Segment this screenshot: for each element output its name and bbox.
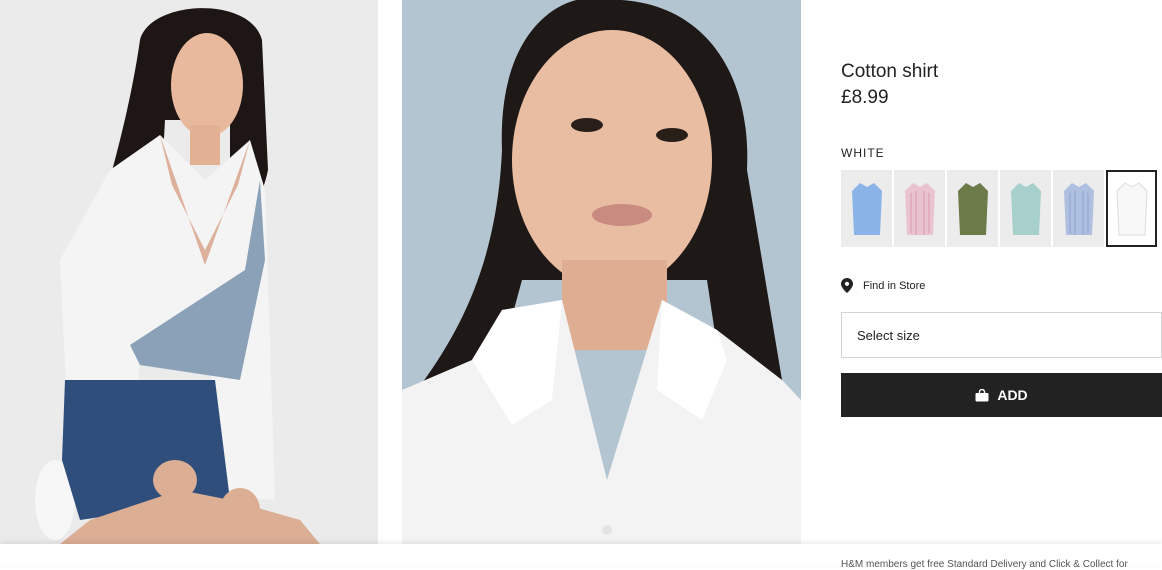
location-pin-icon <box>841 278 853 293</box>
product-info-panel: Cotton shirt £8.99 WHITE Find in Store S… <box>841 0 1162 565</box>
add-button-label: ADD <box>997 387 1028 403</box>
product-photo-closeup[interactable] <box>402 0 801 544</box>
swatch-khaki-green[interactable] <box>947 170 998 247</box>
product-photo-model-seated[interactable] <box>0 0 378 544</box>
swatch-light-blue[interactable] <box>841 170 892 247</box>
add-to-bag-button[interactable]: ADD <box>841 373 1162 417</box>
shirt-thumbnail <box>1063 182 1094 235</box>
shopping-bag-icon <box>975 388 989 401</box>
size-select[interactable]: Select size <box>841 312 1162 358</box>
shirt-thumbnail <box>851 182 882 235</box>
find-in-store-link[interactable]: Find in Store <box>841 278 925 293</box>
swatch-white[interactable] <box>1106 170 1157 247</box>
product-title: Cotton shirt <box>841 61 939 82</box>
shirt-thumbnail <box>957 182 988 235</box>
swatch-blue-striped[interactable] <box>1053 170 1104 247</box>
shirt-thumbnail <box>1010 182 1041 235</box>
swatch-pink-striped[interactable] <box>894 170 945 247</box>
selected-color-label: WHITE <box>841 146 885 160</box>
color-swatches <box>841 170 1157 247</box>
find-in-store-label: Find in Store <box>863 279 926 292</box>
shirt-thumbnail <box>1115 181 1148 235</box>
product-price: £8.99 <box>841 87 889 108</box>
shirt-thumbnail <box>904 182 935 235</box>
swatch-mint[interactable] <box>1000 170 1051 247</box>
size-select-placeholder: Select size <box>857 327 920 343</box>
